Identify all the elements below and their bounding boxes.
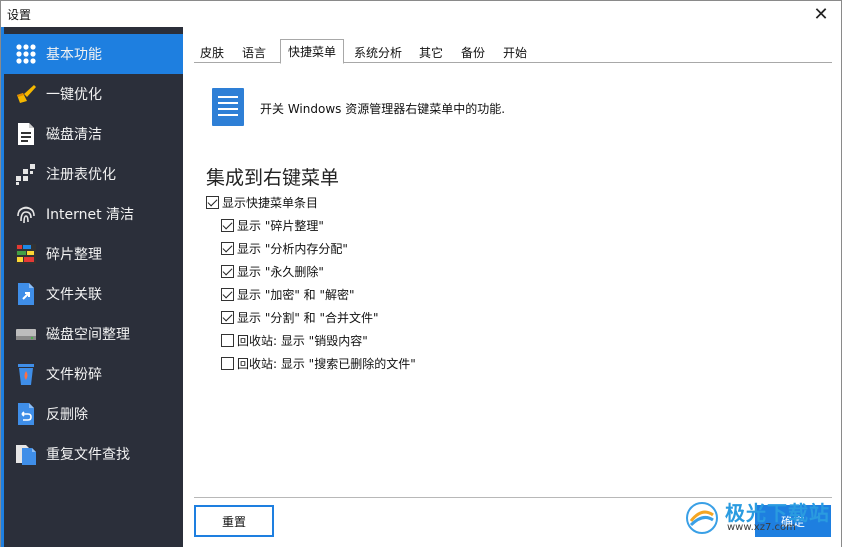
sidebar-item-disk-space[interactable]: 磁盘空间整理 [4, 314, 183, 354]
sidebar-item-basic[interactable]: 基本功能 [4, 34, 183, 74]
sidebar-item-registry-optimize[interactable]: 注册表优化 [4, 154, 183, 194]
sidebar-item-one-click-optimize[interactable]: 一键优化 [4, 74, 183, 114]
tab-backup[interactable]: 备份 [456, 41, 490, 63]
sidebar: 基本功能 一键优化 磁盘清洁 注册表优化 Internet 清洁 碎片整理 文件… [1, 27, 183, 547]
tab-skin[interactable]: 皮肤 [194, 41, 230, 63]
info-description: 开关 Windows 资源管理器右键菜单中的功能. [260, 102, 506, 116]
sidebar-item-label: 重复文件查找 [46, 447, 130, 463]
option-recycle-destroy[interactable]: 回收站: 显示 "销毁内容" [221, 332, 368, 348]
sidebar-item-file-shredder[interactable]: 文件粉碎 [4, 354, 183, 394]
checkbox[interactable] [221, 333, 234, 347]
option-show-split-merge[interactable]: 显示 "分割" 和 "合并文件" [221, 309, 379, 325]
tab-strip: 皮肤 语言 快捷菜单 系统分析 其它 备份 开始 [194, 39, 832, 64]
tab-system-analysis[interactable]: 系统分析 [350, 41, 406, 63]
window-title: 设置 [7, 8, 32, 22]
ok-button[interactable]: 确定 [755, 505, 831, 537]
sidebar-item-label: 文件粉碎 [46, 367, 102, 383]
checkbox[interactable] [206, 195, 219, 209]
sidebar-item-label: 注册表优化 [46, 167, 116, 183]
file-link-icon [14, 282, 38, 306]
sidebar-item-label: 磁盘清洁 [46, 127, 102, 143]
registry-cubes-icon [14, 162, 38, 186]
sidebar-item-defrag[interactable]: 碎片整理 [4, 234, 183, 274]
document-lines-icon [212, 88, 244, 126]
defrag-bars-icon [14, 242, 38, 266]
option-label: 显示 "碎片整理" [237, 218, 324, 233]
option-recycle-search-deleted[interactable]: 回收站: 显示 "搜索已删除的文件" [221, 355, 416, 371]
option-label: 回收站: 显示 "搜索已删除的文件" [237, 356, 416, 371]
sidebar-item-label: 文件关联 [46, 287, 102, 303]
section-title: 集成到右键菜单 [206, 167, 340, 189]
checkbox[interactable] [221, 356, 234, 370]
option-label: 显示 "永久删除" [237, 264, 324, 279]
sidebar-item-label: 基本功能 [46, 47, 102, 63]
sidebar-item-internet-clean[interactable]: Internet 清洁 [4, 194, 183, 234]
shredder-bin-icon [14, 362, 38, 386]
duplicate-files-icon [14, 442, 38, 466]
settings-window: 设置 ✕ 基本功能 一键优化 磁盘清洁 注册表优化 Internet 清洁 碎片… [0, 0, 842, 547]
sidebar-item-label: Internet 清洁 [46, 207, 135, 223]
option-label: 回收站: 显示 "销毁内容" [237, 333, 368, 348]
option-show-defrag[interactable]: 显示 "碎片整理" [221, 217, 324, 233]
sidebar-item-file-association[interactable]: 文件关联 [4, 274, 183, 314]
tab-other[interactable]: 其它 [414, 41, 448, 63]
grid-dots-icon [14, 42, 38, 66]
tab-start[interactable]: 开始 [498, 41, 532, 63]
reset-button[interactable]: 重置 [194, 505, 274, 537]
sidebar-item-label: 一键优化 [46, 87, 102, 103]
settings-content: 皮肤 语言 快捷菜单 系统分析 其它 备份 开始 开关 Windows 资源管理… [183, 27, 841, 547]
hard-drive-icon [14, 322, 38, 346]
fingerprint-icon [14, 202, 38, 226]
option-label: 显示 "分析内存分配" [237, 241, 348, 256]
option-label: 显示快捷菜单条目 [222, 195, 319, 210]
footer-divider [194, 497, 832, 498]
sidebar-item-label: 反删除 [46, 407, 88, 423]
option-label: 显示 "加密" 和 "解密" [237, 287, 355, 302]
sidebar-item-undelete[interactable]: 反删除 [4, 394, 183, 434]
option-show-encrypt-decrypt[interactable]: 显示 "加密" 和 "解密" [221, 286, 355, 302]
title-bar: 设置 ✕ [1, 1, 841, 27]
checkbox[interactable] [221, 287, 234, 301]
tab-language[interactable]: 语言 [236, 41, 272, 63]
option-label: 显示 "分割" 和 "合并文件" [237, 310, 379, 325]
option-show-permanent-delete[interactable]: 显示 "永久删除" [221, 263, 324, 279]
undelete-icon [14, 402, 38, 426]
sidebar-item-label: 碎片整理 [46, 247, 102, 263]
binary-file-icon [14, 122, 38, 146]
option-show-analyze-memory[interactable]: 显示 "分析内存分配" [221, 240, 348, 256]
sidebar-item-duplicate-finder[interactable]: 重复文件查找 [4, 434, 183, 474]
checkbox[interactable] [221, 310, 234, 324]
option-show-context-menu[interactable]: 显示快捷菜单条目 [206, 194, 318, 210]
tab-context-menu[interactable]: 快捷菜单 [280, 39, 344, 64]
checkbox[interactable] [221, 241, 234, 255]
close-icon[interactable]: ✕ [801, 1, 841, 27]
checkbox[interactable] [221, 218, 234, 232]
sidebar-item-disk-clean[interactable]: 磁盘清洁 [4, 114, 183, 154]
checkbox[interactable] [221, 264, 234, 278]
broom-icon [14, 82, 38, 106]
sidebar-item-label: 磁盘空间整理 [46, 327, 130, 343]
